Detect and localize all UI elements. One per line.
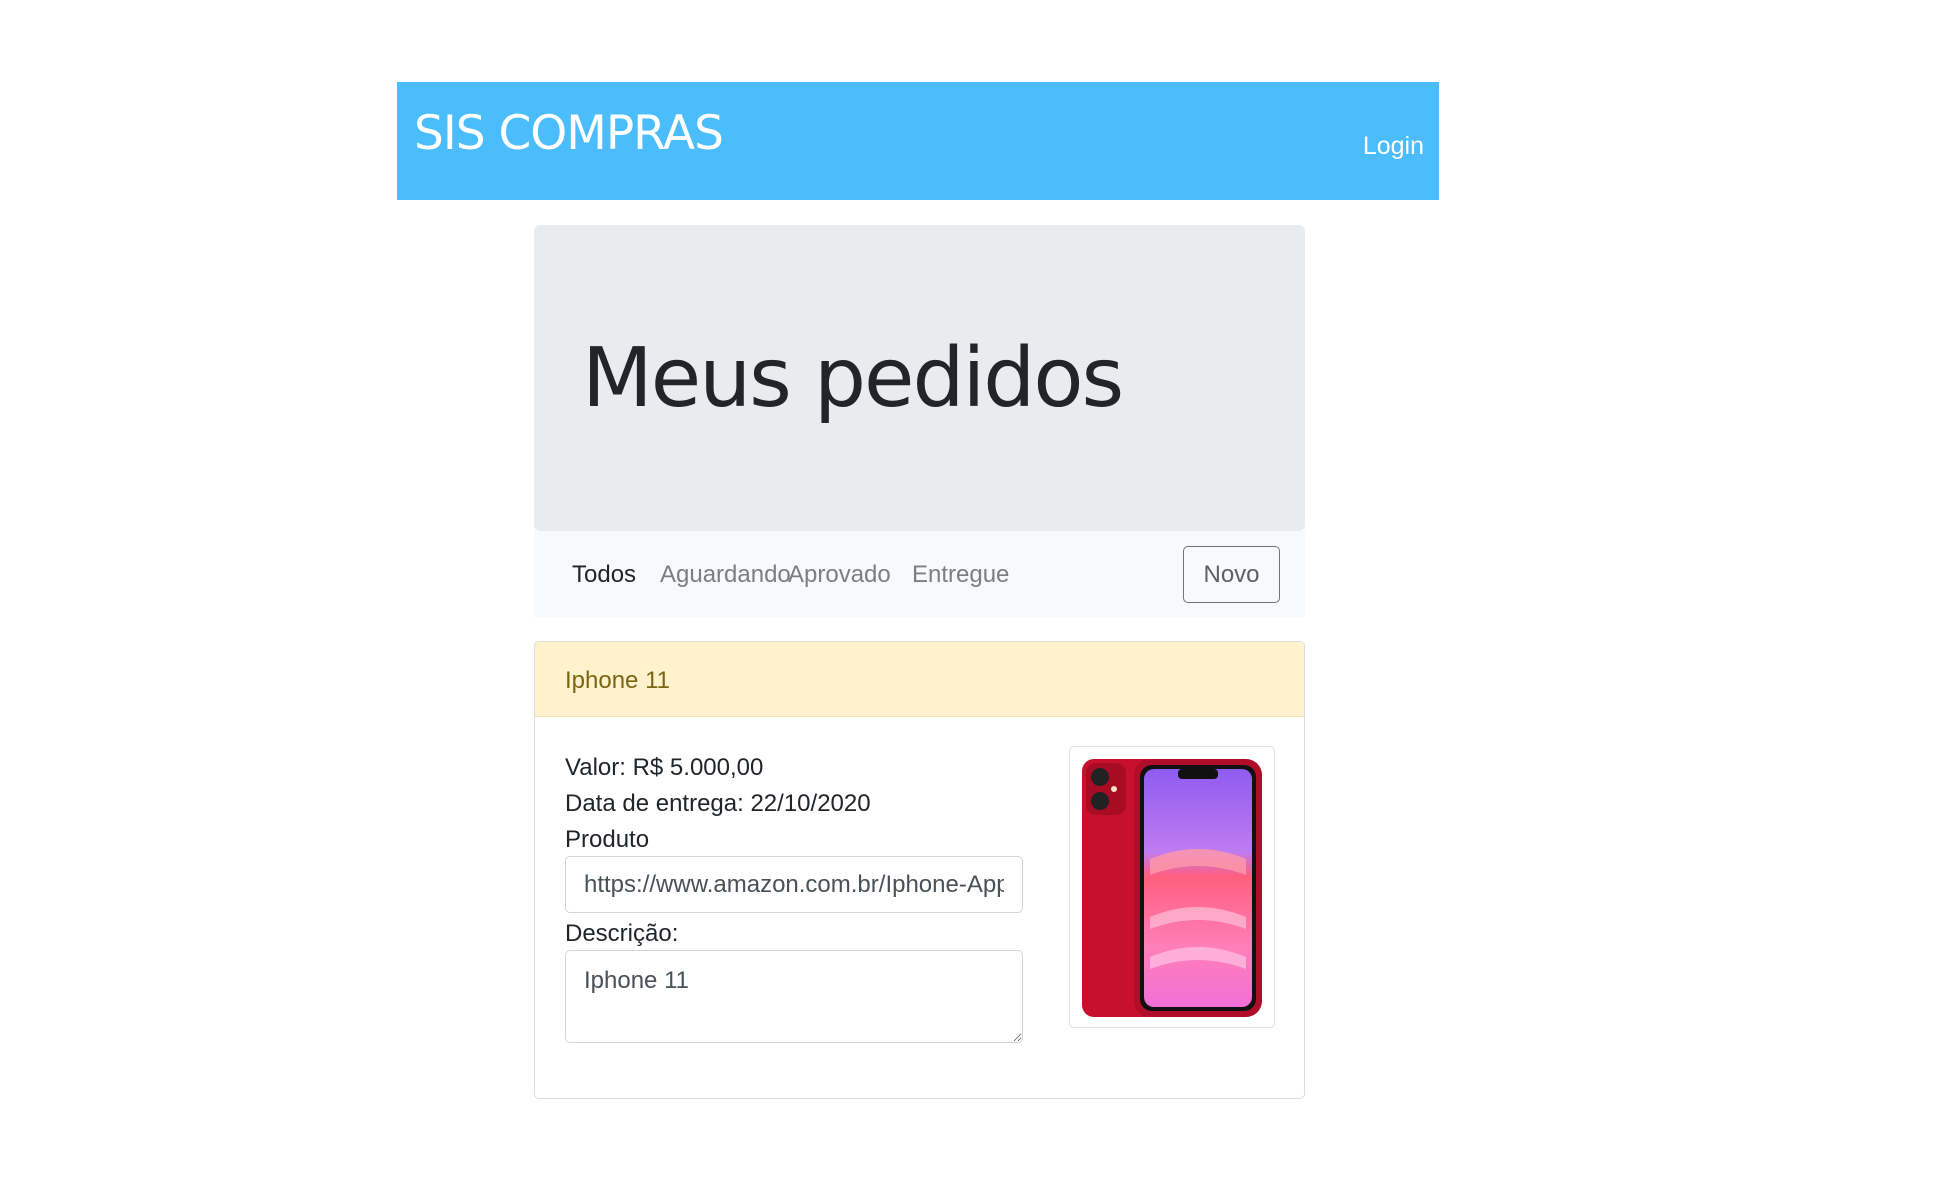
filter-entregue[interactable]: Entregue <box>912 561 1009 589</box>
order-value: Valor: R$ 5.000,00 <box>565 754 764 781</box>
top-navbar: SIS COMPRAS Login <box>397 82 1439 200</box>
filter-aguardando[interactable]: Aguardando <box>660 561 791 589</box>
product-thumbnail <box>1069 746 1275 1028</box>
new-order-button[interactable]: Novo <box>1183 546 1280 603</box>
order-delivery-date: Data de entrega: 22/10/2020 <box>565 790 871 817</box>
status-filter-bar: Todos Aguardando Aprovado Entregue Novo <box>534 531 1305 617</box>
brand-logo[interactable]: SIS COMPRAS <box>414 106 724 161</box>
page-title: Meus pedidos <box>582 331 1124 426</box>
iphone-image <box>1082 759 1262 1017</box>
order-card-header: Iphone 11 <box>535 642 1304 717</box>
product-label: Produto <box>565 826 650 853</box>
login-link[interactable]: Login <box>1363 132 1424 161</box>
product-url-input[interactable] <box>565 856 1023 913</box>
description-textarea[interactable]: Iphone 11 <box>565 950 1023 1043</box>
filter-aprovado[interactable]: Aprovado <box>788 561 891 589</box>
filter-todos[interactable]: Todos <box>572 561 636 589</box>
order-card: Iphone 11 Valor: R$ 5.000,00 Data de ent… <box>534 641 1305 1099</box>
page-header: Meus pedidos <box>534 225 1305 531</box>
description-label: Descrição: <box>565 920 679 947</box>
order-title: Iphone 11 <box>565 667 670 694</box>
